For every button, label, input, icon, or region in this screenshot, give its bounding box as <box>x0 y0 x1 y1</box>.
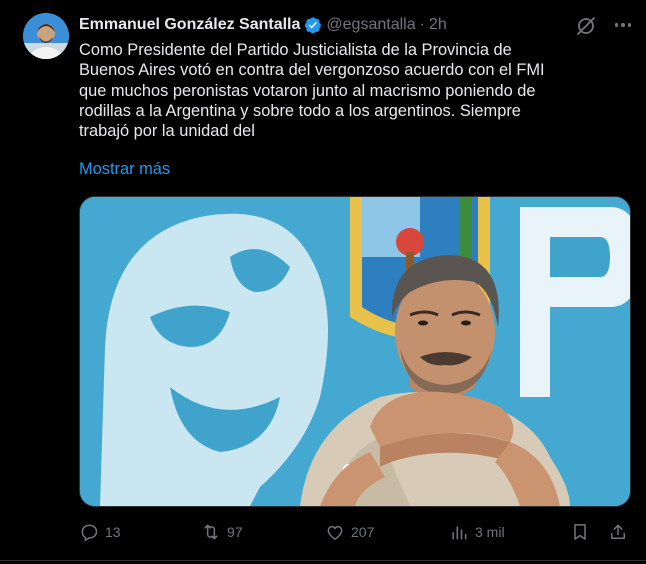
repost-button[interactable]: 97 <box>201 518 243 546</box>
tweet-text-line: Buenos Aires votó en contra del vergonzo… <box>79 61 545 80</box>
tweet[interactable]: Emmanuel González Santalla @egsantalla ·… <box>0 0 646 561</box>
tweet-text-line: que muchos peronistas votaron junto al m… <box>79 81 536 100</box>
tweet-text-line: trabajó por la unidad del <box>79 122 255 141</box>
like-icon <box>327 525 343 540</box>
share-button[interactable] <box>608 518 628 546</box>
grok-icon[interactable] <box>576 16 596 36</box>
separator-dot: · <box>419 16 425 33</box>
tweet-header: Emmanuel González Santalla @egsantalla ·… <box>79 14 447 36</box>
like-button[interactable]: 207 <box>325 518 374 546</box>
tweet-text-line: Como Presidente del Partido Justicialist… <box>79 41 512 59</box>
tweet-actions: 13 97 207 3 mil <box>79 518 635 546</box>
show-more-link[interactable]: Mostrar más <box>79 160 170 179</box>
author-name[interactable]: Emmanuel González Santalla <box>79 16 300 34</box>
bookmark-icon <box>574 524 586 540</box>
avatar[interactable] <box>23 13 69 59</box>
repost-count: 97 <box>227 524 243 540</box>
verified-badge-icon <box>304 16 322 34</box>
reply-button[interactable]: 13 <box>79 518 121 546</box>
views-count: 3 mil <box>475 524 505 540</box>
tweet-media-photo[interactable] <box>79 196 631 507</box>
like-count: 207 <box>351 524 375 540</box>
views-button[interactable]: 3 mil <box>449 518 505 546</box>
tweet-text: Como Presidente del Partido Justicialist… <box>79 40 629 141</box>
reply-count: 13 <box>105 524 121 540</box>
bookmark-button[interactable] <box>570 518 590 546</box>
more-icon[interactable] <box>611 14 635 36</box>
share-icon <box>611 524 625 539</box>
reply-icon <box>81 524 98 542</box>
tweet-text-line: rodillas a la Argentina y sobre todo a l… <box>79 101 521 120</box>
repost-icon <box>204 524 218 540</box>
author-handle[interactable]: @egsantalla <box>326 16 415 34</box>
timestamp[interactable]: 2h <box>429 16 447 34</box>
views-icon <box>452 526 467 540</box>
